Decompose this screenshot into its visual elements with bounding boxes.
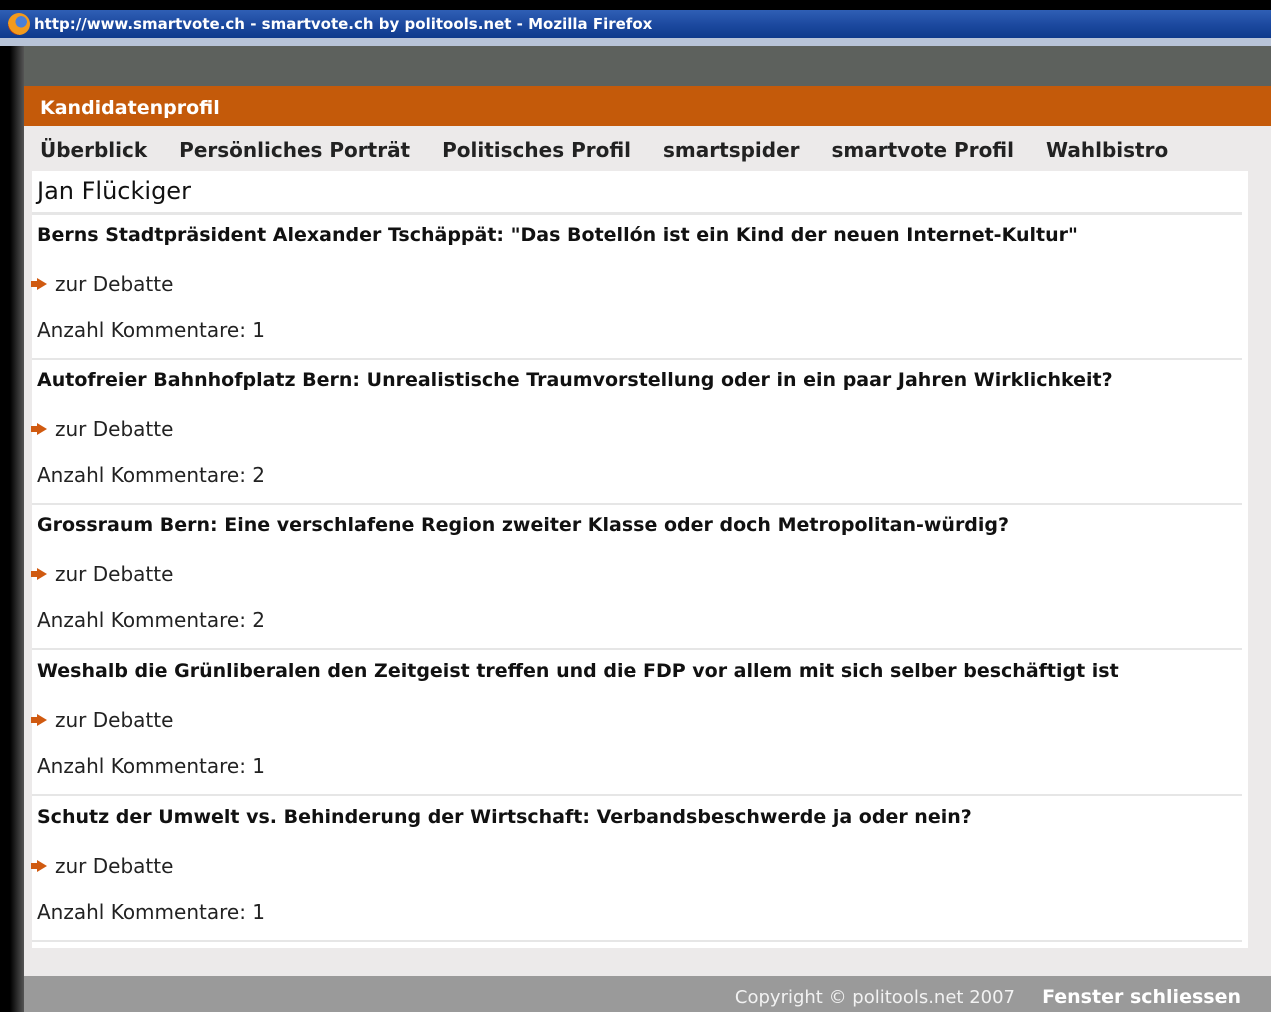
debate-link[interactable]: zur Debatte [31,417,174,441]
comment-count: Anzahl Kommentare: 1 [37,318,266,342]
debate-link-label: zur Debatte [55,708,174,732]
comment-count: Anzahl Kommentare: 1 [37,754,266,778]
comment-count: Anzahl Kommentare: 2 [37,463,266,487]
comment-count: Anzahl Kommentare: 2 [37,608,266,632]
debate-link-label: zur Debatte [55,562,174,586]
debate-title: Berns Stadtpräsident Alexander Tschäppät… [37,224,1078,246]
main-content: Überblick Persönliches Porträt Politisch… [24,126,1271,976]
popup-frame: Kandidatenprofil Überblick Persönliches … [0,46,1271,1012]
divider [32,648,1242,650]
window-border [0,38,1271,46]
debate-item: Grossraum Bern: Eine verschlafene Region… [31,505,1242,650]
debate-title: Autofreier Bahnhofplatz Bern: Unrealisti… [37,369,1113,391]
page-footer: Copyright © politools.net 2007 Fenster s… [24,976,1271,1012]
tab-politisches-profil[interactable]: Politisches Profil [442,138,631,162]
debate-link[interactable]: zur Debatte [31,562,174,586]
close-window-link[interactable]: Fenster schliessen [1042,986,1241,1008]
debate-panel: Jan Flückiger Berns Stadtpräsident Alexa… [31,171,1248,948]
copyright-text: Copyright © politools.net 2007 [734,987,1015,1008]
debate-item: Schutz der Umwelt vs. Behinderung der Wi… [31,797,1242,942]
arrow-right-icon [31,422,47,435]
window-title: http://www.smartvote.ch - smartvote.ch b… [34,15,653,33]
page-header: Kandidatenprofil [24,86,1271,126]
debate-link[interactable]: zur Debatte [31,854,174,878]
debate-title: Schutz der Umwelt vs. Behinderung der Wi… [37,806,972,828]
tab-smartspider[interactable]: smartspider [663,138,799,162]
tab-smartvote-profil[interactable]: smartvote Profil [832,138,1014,162]
left-shadow [0,46,24,1012]
firefox-icon [8,13,30,35]
debate-link[interactable]: zur Debatte [31,708,174,732]
debate-title: Grossraum Bern: Eine verschlafene Region… [37,514,1010,536]
divider [32,940,1242,942]
tab-ueberblick[interactable]: Überblick [40,138,147,162]
debate-link[interactable]: zur Debatte [31,272,174,296]
arrow-right-icon [31,277,47,290]
arrow-right-icon [31,859,47,872]
debate-link-label: zur Debatte [55,854,174,878]
debate-item: Weshalb die Grünliberalen den Zeitgeist … [31,651,1242,796]
debate-item: Autofreier Bahnhofplatz Bern: Unrealisti… [31,360,1242,505]
tab-bar: Überblick Persönliches Porträt Politisch… [40,138,1168,162]
window-titlebar: http://www.smartvote.ch - smartvote.ch b… [0,10,1271,38]
tab-persoenliches-portraet[interactable]: Persönliches Porträt [179,138,410,162]
comment-count: Anzahl Kommentare: 1 [37,900,266,924]
debate-item: Berns Stadtpräsident Alexander Tschäppät… [31,215,1242,360]
tab-wahlbistro[interactable]: Wahlbistro [1046,138,1168,162]
candidate-name: Jan Flückiger [37,177,191,205]
arrow-right-icon [31,713,47,726]
arrow-right-icon [31,567,47,580]
debate-link-label: zur Debatte [55,272,174,296]
divider [32,794,1242,796]
header-title: Kandidatenprofil [40,97,220,119]
debate-title: Weshalb die Grünliberalen den Zeitgeist … [37,660,1119,682]
debate-link-label: zur Debatte [55,417,174,441]
